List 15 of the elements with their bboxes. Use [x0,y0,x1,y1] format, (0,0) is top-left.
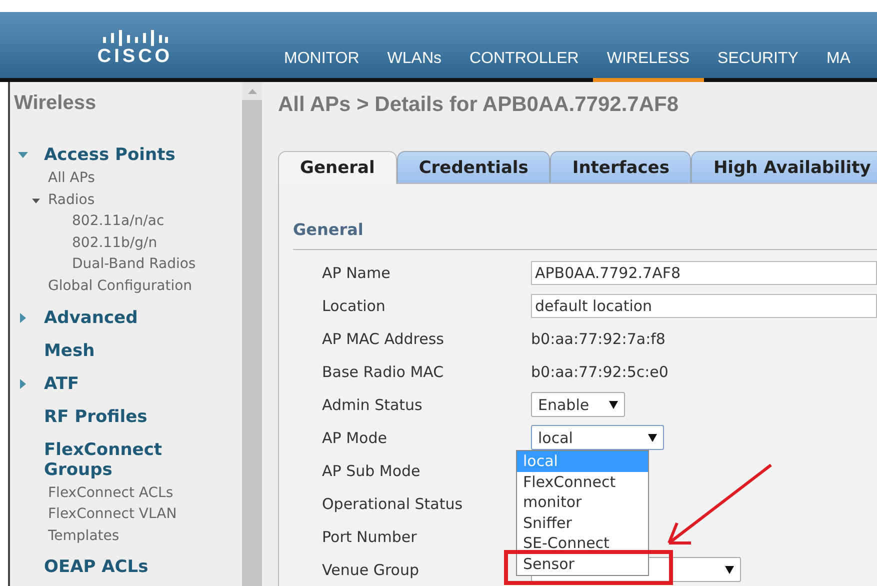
logo-text: CISCO [97,46,173,68]
field-value: b0:aa:77:92:5c:e0 [531,362,668,380]
field-label: AP Sub Mode [321,462,422,480]
breadcrumb-title: All APs > Details for APB0AA.7792.7AF8 [278,93,680,117]
field-label: Location [321,296,386,314]
field-label: Admin Status [321,396,424,414]
field-value: b0:aa:77:92:7a:f8 [531,330,666,348]
dropdown-value: Enable [538,396,590,414]
sidebar-title: Wireless [14,92,98,115]
field-label: AP Mode [321,428,388,446]
field-label: Base Radio MAC [321,362,445,380]
section-heading: General [293,220,877,250]
field-label: AP Name [321,264,392,282]
field-label: AP MAC Address [321,330,445,348]
dropdown-value: local [538,428,573,446]
